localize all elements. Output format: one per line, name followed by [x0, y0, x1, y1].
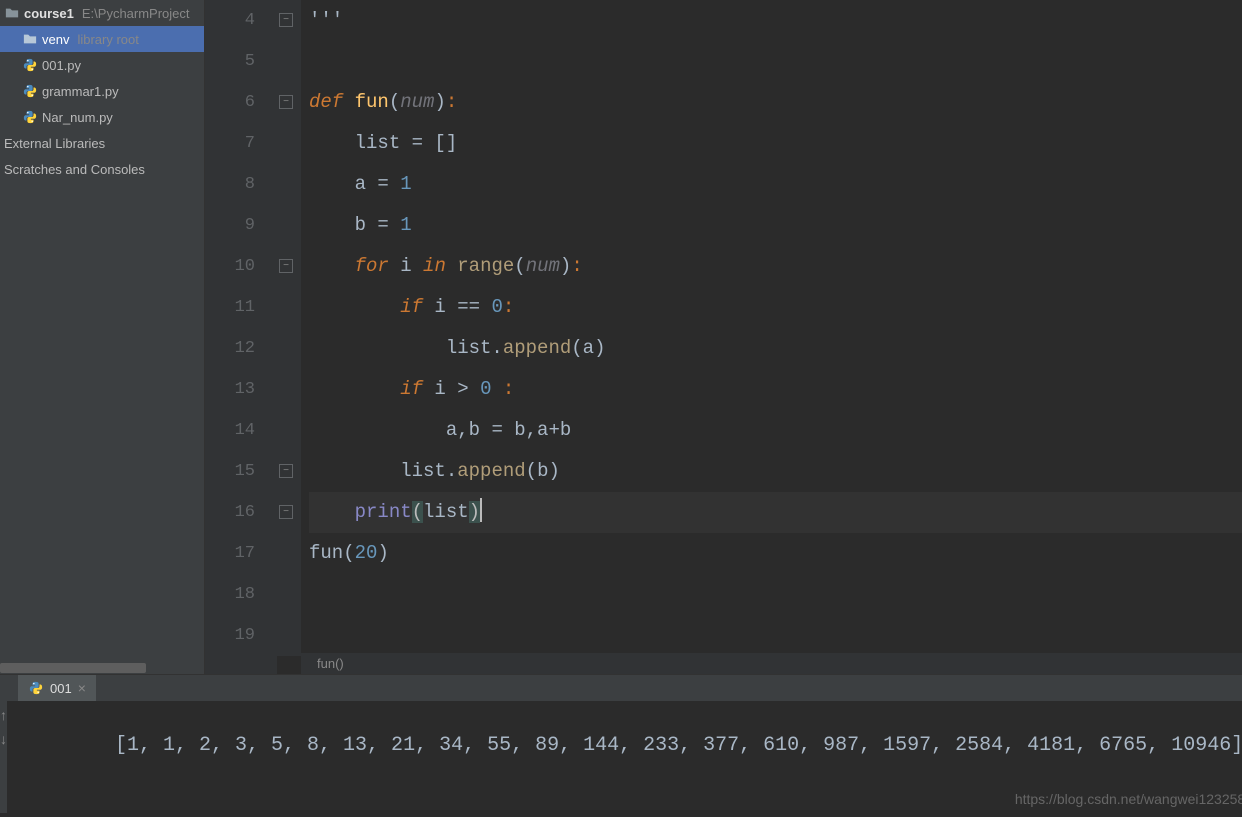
- run-panel: 001 × ↑ ↓ [1, 1, 2, 3, 5, 8, 13, 21, 34,…: [0, 674, 1242, 756]
- console-output[interactable]: [1, 1, 2, 3, 5, 8, 13, 21, 34, 55, 89, 1…: [7, 701, 1242, 813]
- close-icon[interactable]: ×: [78, 680, 86, 696]
- line-number: 4: [205, 0, 255, 41]
- code-line[interactable]: def fun(num):: [309, 82, 1242, 123]
- project-path: E:\PycharmProject: [82, 6, 190, 21]
- breadcrumb[interactable]: fun(): [301, 652, 1242, 674]
- code-line[interactable]: list.append(a): [309, 328, 1242, 369]
- project-file[interactable]: Nar_num.py: [0, 104, 204, 130]
- fold-toggle-icon[interactable]: −: [279, 505, 293, 519]
- scrollbar-thumb[interactable]: [0, 663, 146, 673]
- run-tab-label: 001: [50, 681, 72, 696]
- code-line[interactable]: if i == 0:: [309, 287, 1242, 328]
- breadcrumb-text: fun(): [317, 656, 344, 671]
- code-line[interactable]: a = 1: [309, 164, 1242, 205]
- code-line[interactable]: [309, 41, 1242, 82]
- line-number: 7: [205, 123, 255, 164]
- code-line[interactable]: [309, 615, 1242, 656]
- code-line[interactable]: ''': [309, 0, 1242, 41]
- console-toolbar: ↑ ↓: [0, 701, 7, 813]
- file-name: Nar_num.py: [42, 110, 113, 125]
- project-root[interactable]: course1 E:\PycharmProject: [0, 0, 204, 26]
- code-line[interactable]: if i > 0 :: [309, 369, 1242, 410]
- venv-suffix: library root: [77, 32, 138, 47]
- folder-icon: [4, 6, 20, 20]
- line-number: 18: [205, 574, 255, 615]
- file-name: grammar1.py: [42, 84, 119, 99]
- external-libraries[interactable]: External Libraries: [0, 130, 204, 156]
- fold-toggle-icon[interactable]: −: [279, 95, 293, 109]
- python-icon: [22, 110, 38, 124]
- folder-icon: [22, 32, 38, 46]
- scratches-consoles[interactable]: Scratches and Consoles: [0, 156, 204, 182]
- python-icon: [28, 681, 44, 695]
- run-tabs: 001 ×: [0, 675, 1242, 701]
- external-label: External Libraries: [4, 136, 105, 151]
- code-line[interactable]: fun(20): [309, 533, 1242, 574]
- fold-toggle-icon[interactable]: −: [279, 259, 293, 273]
- line-number: 6: [205, 82, 255, 123]
- line-number: 14: [205, 410, 255, 451]
- fold-column[interactable]: − − − − −: [277, 0, 301, 656]
- python-icon: [22, 84, 38, 98]
- venv-label: venv: [42, 32, 69, 47]
- line-number: 13: [205, 369, 255, 410]
- line-number: 17: [205, 533, 255, 574]
- code-line[interactable]: list = []: [309, 123, 1242, 164]
- project-file[interactable]: 001.py: [0, 52, 204, 78]
- project-name: course1: [24, 6, 74, 21]
- watermark: https://blog.csdn.net/wangwei123258: [1015, 791, 1242, 807]
- line-number: 12: [205, 328, 255, 369]
- code-line[interactable]: [309, 574, 1242, 615]
- project-file[interactable]: grammar1.py: [0, 78, 204, 104]
- run-tab-001[interactable]: 001 ×: [18, 675, 96, 701]
- code-area[interactable]: ''' def fun(num): list = [] a = 1 b = 1 f…: [301, 0, 1242, 674]
- scratches-label: Scratches and Consoles: [4, 162, 145, 177]
- venv-folder[interactable]: venv library root: [0, 26, 204, 52]
- line-number: 11: [205, 287, 255, 328]
- output-text: [1, 1, 2, 3, 5, 8, 13, 21, 34, 55, 89, 1…: [115, 734, 1242, 757]
- code-line[interactable]: b = 1: [309, 205, 1242, 246]
- line-number: 19: [205, 615, 255, 656]
- line-gutter: 45678910111213141516171819: [205, 0, 277, 674]
- fold-toggle-icon[interactable]: −: [279, 13, 293, 27]
- arrow-down-icon[interactable]: ↓: [0, 731, 7, 747]
- file-name: 001.py: [42, 58, 81, 73]
- code-line[interactable]: print(list): [309, 492, 1242, 533]
- python-icon: [22, 58, 38, 72]
- project-sidebar: course1 E:\PycharmProject venv library r…: [0, 0, 205, 674]
- fold-toggle-icon[interactable]: −: [279, 464, 293, 478]
- code-line[interactable]: for i in range(num):: [309, 246, 1242, 287]
- line-number: 15: [205, 451, 255, 492]
- code-line[interactable]: a,b = b,a+b: [309, 410, 1242, 451]
- project-tree[interactable]: course1 E:\PycharmProject venv library r…: [0, 0, 204, 662]
- line-number: 10: [205, 246, 255, 287]
- sidebar-scrollbar[interactable]: [0, 662, 204, 674]
- line-number: 9: [205, 205, 255, 246]
- code-line[interactable]: list.append(b): [309, 451, 1242, 492]
- line-number: 8: [205, 164, 255, 205]
- arrow-up-icon[interactable]: ↑: [0, 707, 7, 723]
- line-number: 5: [205, 41, 255, 82]
- code-editor[interactable]: 45678910111213141516171819 − − − − − ''' def …: [205, 0, 1242, 674]
- line-number: 16: [205, 492, 255, 533]
